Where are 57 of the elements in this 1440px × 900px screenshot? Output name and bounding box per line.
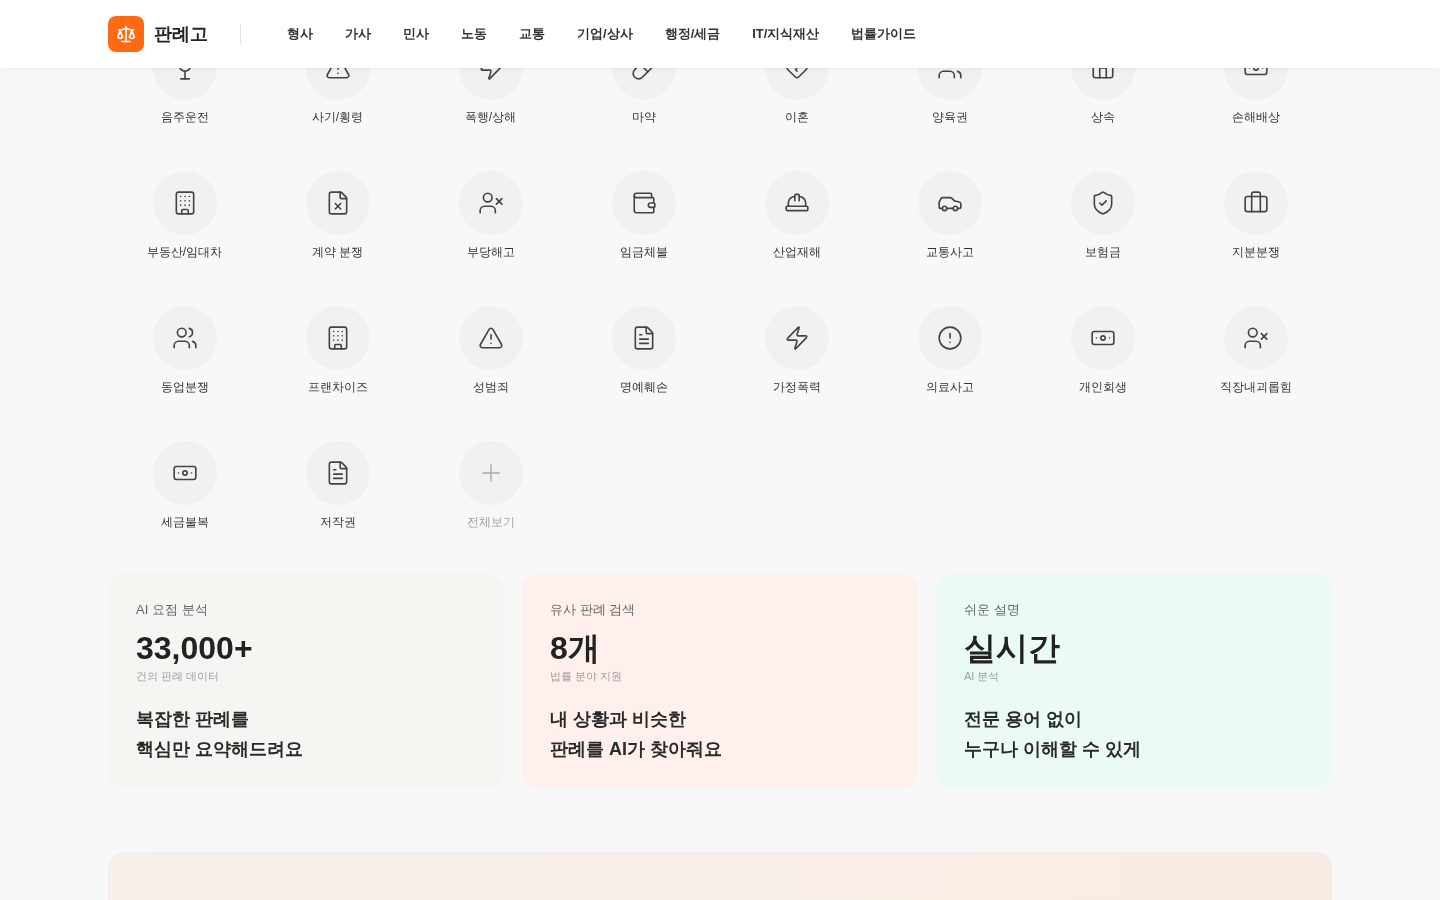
category-label[interactable]: 직장내괴롭힘	[1219, 379, 1292, 395]
card-eyebrow: 쉬운 설명	[964, 602, 1021, 618]
category-label[interactable]: 지분분쟁	[1231, 244, 1280, 260]
card-description: 전문 용어 없이	[964, 708, 1083, 731]
card-caption: AI 분석	[964, 669, 1001, 684]
category-label[interactable]: 계약 분쟁	[311, 244, 364, 260]
logo-icon[interactable]	[108, 16, 144, 52]
nav-link[interactable]: 교통	[507, 16, 557, 52]
card-stat: 33,000+	[136, 630, 254, 666]
category-label[interactable]: 동업분쟁	[160, 379, 209, 395]
category-label[interactable]: 의료사고	[925, 379, 974, 395]
brand-name[interactable]: 판례고	[154, 20, 208, 48]
card-eyebrow: AI 요점 분석	[136, 602, 209, 618]
card-caption: 건의 판례 데이터	[136, 669, 221, 684]
category-label[interactable]: 부당해고	[466, 244, 515, 260]
category-label[interactable]: 마약	[631, 109, 656, 125]
nav-link[interactable]: 기업/상사	[565, 16, 645, 52]
card-description: 누구나 이해할 수 있게	[964, 738, 1142, 761]
category-label[interactable]: 임금체불	[619, 244, 668, 260]
category-label[interactable]: 부동산/임대차	[146, 244, 223, 260]
category-label[interactable]: 개인회생	[1078, 379, 1127, 395]
card-eyebrow: 유사 판례 검색	[550, 602, 637, 618]
nav-link[interactable]: 노동	[449, 16, 499, 52]
category-label[interactable]: 산업재해	[772, 244, 821, 260]
category-label[interactable]: 교통사고	[925, 244, 974, 260]
nav-link[interactable]: 법률가이드	[839, 16, 929, 52]
category-label[interactable]: 보험금	[1084, 244, 1121, 260]
card-stat: 8개	[550, 630, 601, 666]
category-label[interactable]: 음주운전	[160, 109, 209, 125]
alert-circle-icon	[936, 325, 963, 351]
person-x-icon	[477, 190, 504, 216]
nav-link[interactable]: IT/지식재산	[740, 16, 832, 52]
nav-link[interactable]: 행정/세금	[652, 16, 733, 52]
wallet-icon	[630, 190, 657, 216]
card-description: 핵심만 요약해드려요	[136, 738, 304, 761]
category-label[interactable]: 이혼	[784, 109, 809, 125]
category-label[interactable]: 가정폭력	[772, 379, 821, 395]
card-stat: 실시간	[964, 630, 1061, 666]
category-label[interactable]: 양육권	[931, 109, 968, 125]
category-label[interactable]: 명예훼손	[619, 379, 668, 395]
category-label[interactable]: 저작권	[319, 514, 356, 530]
card-caption: 법률 분야 지원	[550, 669, 624, 684]
category-label[interactable]: 사기/횡령	[311, 109, 364, 125]
category-label[interactable]: 세금불복	[160, 514, 209, 530]
nav-link[interactable]: 형사	[275, 16, 325, 52]
warning-icon	[477, 325, 504, 351]
card-description: 복잡한 판례를	[136, 708, 250, 731]
card-description: 판례를 AI가 찾아줘요	[550, 738, 723, 761]
nav-link[interactable]: 민사	[391, 16, 441, 52]
category-label[interactable]: 프랜차이즈	[307, 379, 368, 395]
category-label[interactable]: 폭행/상해	[464, 109, 517, 125]
nav-link[interactable]: 가사	[333, 16, 383, 52]
person-x-icon	[1242, 325, 1269, 351]
category-label[interactable]: 성범죄	[472, 379, 509, 395]
category-label[interactable]: 손해배상	[1231, 109, 1280, 125]
category-label[interactable]: 상속	[1090, 109, 1115, 125]
card-description: 내 상황과 비슷한	[550, 708, 687, 731]
